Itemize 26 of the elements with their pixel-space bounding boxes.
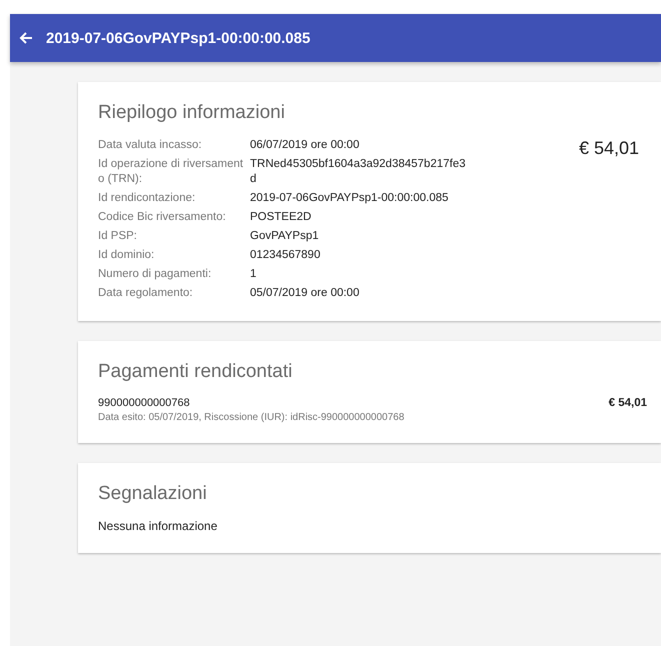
field-label: Codice Bic riversamento: <box>98 210 227 225</box>
back-arrow-icon[interactable] <box>18 30 34 46</box>
page-title: 2019-07-06GovPAYPsp1-00:00:00.085 <box>46 30 310 46</box>
card-title: Pagamenti rendicontati <box>98 361 294 383</box>
field-label: Data regolamento: <box>98 286 194 301</box>
field-value: 05/07/2019 ore 00:00 <box>250 286 360 301</box>
payment-code: 990000000000768 <box>98 397 191 409</box>
payment-detail: Data esito: 05/07/2019, Riscossione (IUR): idRisc-990000000000768 <box>98 412 404 423</box>
field-value: 2019-07-06GovPAYPsp1-00:00:00.085 <box>250 191 450 206</box>
field-value: 01234567890 <box>250 248 322 263</box>
field-label: Id operazione di riversamento (TRN): <box>98 157 244 187</box>
field-value: GovPAYPsp1 <box>250 229 320 244</box>
field-label: Data valuta incasso: <box>98 138 203 153</box>
field-label: Id rendicontazione: <box>98 191 196 206</box>
payment-amount: € 54,01 <box>608 397 647 411</box>
field-label: Numero di pagamenti: <box>98 267 212 282</box>
total-amount: € 54,01 <box>578 138 639 159</box>
field-value: 06/07/2019 ore 00:00 <box>250 138 360 153</box>
field-value: 1 <box>250 267 258 282</box>
card-title: Riepilogo informazioni <box>98 102 286 124</box>
field-value: TRNed45305bf1604a3a92d38457b217fe3d <box>250 157 467 187</box>
field-label: Id dominio: <box>98 248 156 263</box>
field-value: POSTEE2D <box>250 210 312 225</box>
card-title: Segnalazioni <box>98 483 208 505</box>
field-label: Id PSP: <box>98 229 138 244</box>
empty-message: Nessuna informazione <box>98 519 218 533</box>
